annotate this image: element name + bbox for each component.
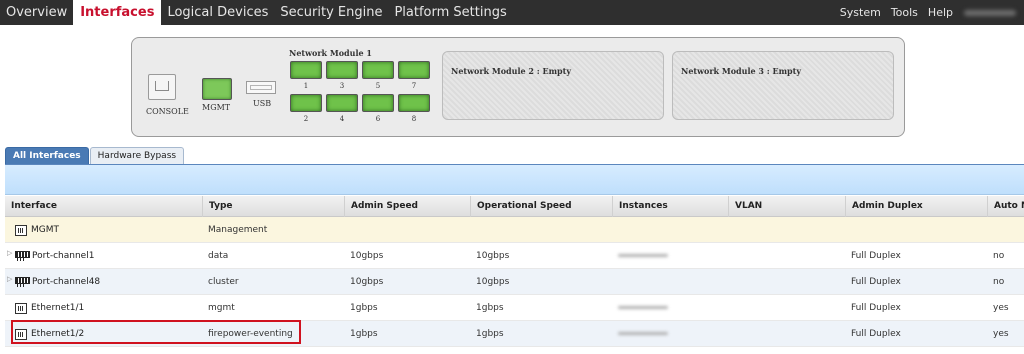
- type-cell: firepower-eventing: [208, 329, 293, 339]
- col-type[interactable]: Type: [202, 196, 344, 217]
- module1-port-1[interactable]: [290, 61, 322, 79]
- admin-speed-cell: 1gbps: [350, 329, 378, 339]
- module1-port-8[interactable]: [398, 94, 430, 112]
- duplex-cell: Full Duplex: [851, 329, 901, 339]
- type-cell: data: [208, 251, 229, 261]
- instances-cell: [612, 243, 728, 269]
- interface-icon: [15, 224, 27, 236]
- interface-name: Port-channel1: [32, 251, 95, 261]
- nav-logical-devices[interactable]: Logical Devices: [161, 0, 274, 25]
- table-row[interactable]: ▷ Port-channel48 cluster 10gbps 10gbps F…: [5, 269, 1024, 295]
- port-label-8: 8: [411, 115, 417, 123]
- port-label-3: 3: [339, 82, 345, 90]
- interface-name: Port-channel48: [32, 277, 101, 287]
- usb-port: [246, 81, 276, 94]
- duplex-cell: Full Duplex: [851, 277, 901, 287]
- port-label-7: 7: [411, 82, 417, 90]
- console-port: [148, 74, 176, 100]
- usb-label: USB: [253, 99, 272, 108]
- nav-menu: Overview Interfaces Logical Devices Secu…: [0, 0, 513, 25]
- console-label: CONSOLE: [146, 107, 189, 116]
- network-module-2-title: Network Module 2 : Empty: [451, 66, 571, 76]
- type-cell: cluster: [208, 277, 239, 287]
- auto-neg-cell: yes: [993, 329, 1009, 339]
- col-admin-duplex[interactable]: Admin Duplex: [845, 196, 987, 217]
- interface-icon: [15, 328, 27, 340]
- interface-name: MGMT: [31, 225, 60, 235]
- instances-cell: [612, 321, 728, 347]
- network-module-2: Network Module 2 : Empty: [442, 51, 664, 120]
- auto-neg-cell: no: [993, 251, 1005, 261]
- module1-port-2[interactable]: [290, 94, 322, 112]
- mgmt-label: MGMT: [202, 103, 231, 112]
- admin-speed-cell: 1gbps: [350, 303, 378, 313]
- table-row[interactable]: Ethernet1/2 firepower-eventing 1gbps 1gb…: [5, 321, 1024, 347]
- nav-platform-settings[interactable]: Platform Settings: [388, 0, 512, 25]
- port-channel-icon: [15, 250, 30, 262]
- auto-neg-cell: yes: [993, 303, 1009, 313]
- user-menu[interactable]: [964, 9, 1016, 16]
- duplex-cell: Full Duplex: [851, 251, 901, 261]
- oper-speed-cell: 1gbps: [476, 329, 504, 339]
- interface-cell: Ethernet1/1: [5, 295, 202, 321]
- interface-tabs: All Interfaces Hardware Bypass: [5, 147, 185, 164]
- col-vlan[interactable]: VLAN: [728, 196, 845, 217]
- col-interface[interactable]: Interface: [5, 196, 202, 217]
- interface-name: Ethernet1/2: [31, 329, 85, 339]
- top-nav: Overview Interfaces Logical Devices Secu…: [0, 0, 1024, 25]
- network-module-1-title: Network Module 1: [289, 48, 372, 58]
- table-row[interactable]: Ethernet1/1 mgmt 1gbps 1gbps Full Duplex…: [5, 295, 1024, 321]
- admin-speed-cell: 10gbps: [350, 277, 384, 287]
- table-row[interactable]: ▷ Port-channel1 data 10gbps 10gbps Full …: [5, 243, 1024, 269]
- network-module-3: Network Module 3 : Empty: [672, 51, 894, 120]
- module1-port-7[interactable]: [398, 61, 430, 79]
- nav-security-engine[interactable]: Security Engine: [274, 0, 388, 25]
- port-label-1: 1: [303, 82, 309, 90]
- instances-cell: [612, 295, 728, 321]
- type-cell: Management: [208, 225, 268, 235]
- nav-overview[interactable]: Overview: [0, 0, 73, 25]
- interface-icon: [15, 302, 27, 314]
- col-auto-negotiation[interactable]: Auto Negotiation: [987, 196, 1024, 217]
- col-instances[interactable]: Instances: [612, 196, 728, 217]
- col-operational-speed[interactable]: Operational Speed: [470, 196, 612, 217]
- admin-speed-cell: 10gbps: [350, 251, 384, 261]
- table-row[interactable]: MGMT Management: [5, 217, 1024, 243]
- interfaces-table: Interface Type Admin Speed Operational S…: [5, 196, 1024, 347]
- port-label-5: 5: [375, 82, 381, 90]
- tab-hardware-bypass[interactable]: Hardware Bypass: [89, 147, 185, 164]
- auto-neg-cell: no: [993, 277, 1005, 287]
- oper-speed-cell: 10gbps: [476, 277, 510, 287]
- type-cell: mgmt: [208, 303, 235, 313]
- module1-port-6[interactable]: [362, 94, 394, 112]
- interface-name: Ethernet1/1: [31, 303, 85, 313]
- module1-port-4[interactable]: [326, 94, 358, 112]
- table-toolbar: [5, 165, 1024, 195]
- oper-speed-cell: 1gbps: [476, 303, 504, 313]
- duplex-cell: Full Duplex: [851, 303, 901, 313]
- table-header: Interface Type Admin Speed Operational S…: [5, 196, 1024, 217]
- mgmt-port[interactable]: [202, 78, 232, 100]
- nav-system[interactable]: System: [835, 6, 886, 19]
- nav-help[interactable]: Help: [923, 6, 958, 19]
- port-label-2: 2: [303, 115, 309, 123]
- nav-tools[interactable]: Tools: [886, 6, 923, 19]
- interface-cell: Port-channel1: [5, 243, 202, 269]
- col-admin-speed[interactable]: Admin Speed: [344, 196, 470, 217]
- tab-all-interfaces[interactable]: All Interfaces: [5, 147, 89, 164]
- port-channel-icon: [15, 276, 30, 288]
- chassis-view: CONSOLE MGMT USB Network Module 1 1 3 5 …: [131, 37, 905, 137]
- port-label-4: 4: [339, 115, 345, 123]
- port-label-6: 6: [375, 115, 381, 123]
- interface-cell: Port-channel48: [5, 269, 202, 295]
- nav-right-menu: System Tools Help: [835, 0, 1024, 25]
- oper-speed-cell: 10gbps: [476, 251, 510, 261]
- interface-cell: Ethernet1/2: [5, 321, 202, 347]
- interface-cell: MGMT: [5, 217, 202, 243]
- module1-port-3[interactable]: [326, 61, 358, 79]
- network-module-3-title: Network Module 3 : Empty: [681, 66, 801, 76]
- nav-interfaces[interactable]: Interfaces: [73, 0, 162, 25]
- module1-port-5[interactable]: [362, 61, 394, 79]
